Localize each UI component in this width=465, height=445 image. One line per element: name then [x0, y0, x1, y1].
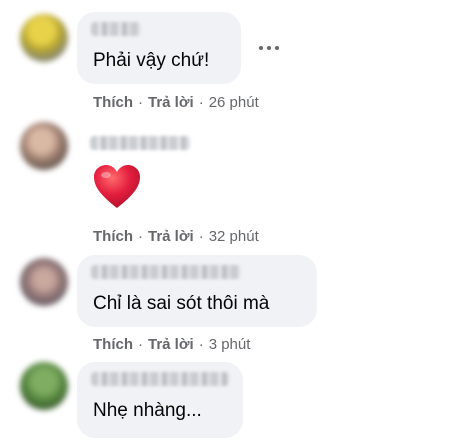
comment-bubble: Chỉ là sai sót thôi mà	[77, 255, 317, 327]
comment-bubble: Nhẹ nhàng...	[77, 362, 243, 438]
commenter-name[interactable]	[91, 372, 229, 386]
comment-text: Phải vậy chứ!	[93, 50, 210, 71]
comment-actions: Thích · Trả lời · 32 phút	[93, 228, 259, 245]
timestamp[interactable]: 26 phút	[209, 94, 259, 111]
avatar[interactable]	[20, 14, 68, 62]
timestamp[interactable]: 3 phút	[209, 336, 251, 353]
reply-link[interactable]: Trả lời	[148, 228, 194, 245]
like-link[interactable]: Thích	[93, 228, 133, 245]
comment-bubble: Phải vậy chứ!	[77, 12, 241, 84]
avatar[interactable]	[20, 258, 68, 306]
commenter-name[interactable]	[91, 265, 241, 279]
reply-link[interactable]: Trả lời	[148, 94, 194, 111]
comment-text: Chỉ là sai sót thôi mà	[93, 293, 270, 314]
heart-reaction	[93, 164, 141, 210]
avatar[interactable]	[20, 362, 68, 410]
more-options-button[interactable]	[255, 34, 283, 62]
more-horizontal-icon	[259, 46, 263, 50]
comment-actions: Thích · Trả lời · 26 phút	[93, 94, 259, 111]
reply-link[interactable]: Trả lời	[148, 336, 194, 353]
like-link[interactable]: Thích	[93, 94, 133, 111]
heart-icon	[94, 165, 140, 208]
like-link[interactable]: Thích	[93, 336, 133, 353]
avatar[interactable]	[20, 122, 68, 170]
comment-text: Nhẹ nhàng...	[93, 400, 202, 421]
commenter-name[interactable]	[91, 22, 141, 36]
comment-actions: Thích · Trả lời · 3 phút	[93, 336, 251, 353]
commenter-name[interactable]	[90, 136, 190, 150]
timestamp[interactable]: 32 phút	[209, 228, 259, 245]
